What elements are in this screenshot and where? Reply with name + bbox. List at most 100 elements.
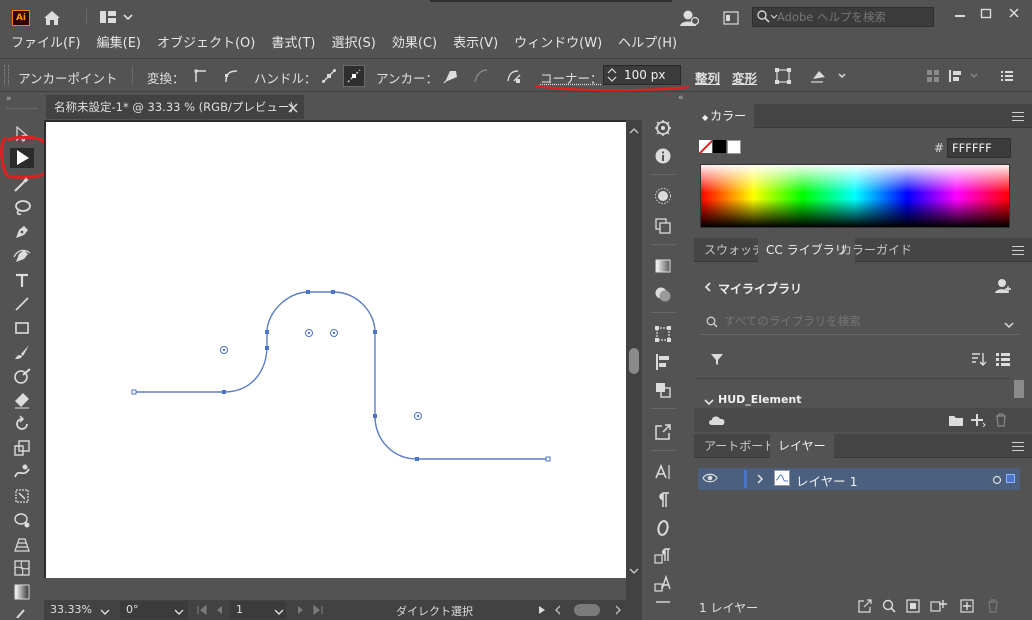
next-artboard-icon[interactable]	[296, 604, 306, 618]
panel-toggle-icon[interactable]	[722, 10, 740, 26]
menu-edit[interactable]: 編集(E)	[88, 34, 148, 54]
magic-wand-tool[interactable]	[10, 174, 34, 194]
puppet-warp-tool[interactable]	[10, 510, 34, 530]
black-swatch[interactable]	[713, 140, 726, 153]
convert-to-smooth-button[interactable]	[220, 65, 242, 87]
warp-tool[interactable]	[10, 462, 34, 482]
tab-color[interactable]: ◆ カラー	[694, 104, 755, 128]
character-panel-icon[interactable]	[653, 462, 673, 482]
color-spectrum[interactable]	[700, 164, 1010, 228]
hide-handles-button[interactable]	[343, 65, 365, 87]
library-panel-menu-icon[interactable]	[1012, 246, 1024, 256]
scroll-thumb[interactable]	[629, 348, 639, 374]
help-search-input[interactable]	[777, 9, 927, 25]
rectangle-tool[interactable]	[10, 318, 34, 338]
pathfinder-panel-icon[interactable]	[653, 380, 673, 400]
color-panel-collapse-icon[interactable]: ◆	[702, 113, 708, 122]
none-swatch[interactable]	[699, 140, 712, 153]
doc-collapse-icon[interactable]: «	[678, 93, 684, 103]
scale-tool[interactable]	[10, 438, 34, 458]
opentype-panel-icon[interactable]	[653, 518, 673, 538]
clipping-mask-icon[interactable]	[906, 599, 920, 616]
artboard-index[interactable]: 1	[236, 603, 243, 616]
isolate-select-icon[interactable]	[808, 65, 848, 87]
library-dropdown-icon[interactable]	[1004, 318, 1014, 332]
close-document-icon[interactable]	[288, 102, 298, 116]
layers-panel-menu-icon[interactable]	[1012, 442, 1024, 452]
collapse-tools-icon[interactable]: »	[6, 94, 12, 104]
pen-tool[interactable]	[10, 222, 34, 242]
menu-type[interactable]: 書式(T)	[262, 34, 322, 54]
paintbrush-tool[interactable]	[10, 342, 34, 362]
gradient-tool[interactable]	[10, 582, 34, 602]
shaper-tool[interactable]	[10, 366, 34, 386]
prev-artboard-icon[interactable]	[214, 604, 224, 618]
grid-option-icon[interactable]	[922, 65, 944, 87]
transform-panel-icon[interactable]	[653, 324, 673, 344]
status-menu-arrow-icon[interactable]	[537, 604, 547, 618]
control-menu-icon[interactable]	[996, 65, 1018, 87]
paragraph-styles-icon[interactable]	[653, 546, 673, 566]
convert-to-corner-button[interactable]	[190, 65, 212, 87]
align-label[interactable]: 整列	[695, 68, 720, 87]
hscroll-left-icon[interactable]	[554, 604, 562, 618]
menu-effect[interactable]: 効果(C)	[383, 34, 444, 54]
library-folder-icon[interactable]	[948, 413, 964, 430]
library-collaborate-icon[interactable]	[994, 278, 1012, 297]
library-delete-icon[interactable]	[994, 413, 1008, 430]
properties-panel-icon[interactable]	[653, 118, 673, 138]
close-window-button[interactable]	[1002, 4, 1026, 22]
character-styles-icon[interactable]	[653, 574, 673, 594]
group-expand-icon[interactable]	[704, 395, 714, 409]
transparency-panel-icon[interactable]	[653, 284, 673, 304]
rotate-tool[interactable]	[10, 414, 34, 434]
zoom-field[interactable]: 33.33%	[46, 601, 116, 619]
control-bar-grip[interactable]	[4, 65, 9, 85]
library-scrollbar-thumb[interactable]	[1014, 380, 1024, 398]
paragraph-panel-icon[interactable]	[653, 490, 673, 510]
zoom-dropdown-icon[interactable]	[100, 605, 110, 619]
layer-name[interactable]: レイヤー 1	[796, 471, 858, 490]
tab-layers[interactable]: レイヤー	[770, 434, 834, 458]
cut-path-button[interactable]	[503, 65, 525, 87]
scroll-down-icon[interactable]	[629, 564, 639, 578]
rotation-value[interactable]: 0°	[126, 603, 139, 616]
hscroll-right-icon[interactable]	[614, 604, 622, 618]
last-artboard-icon[interactable]	[312, 604, 326, 618]
rotation-field[interactable]: 0°	[120, 601, 188, 619]
menu-view[interactable]: 表示(V)	[444, 34, 505, 54]
locate-object-icon[interactable]	[882, 599, 896, 616]
hex-value[interactable]: FFFFFF	[952, 141, 992, 155]
corner-stepper[interactable]: 100 px	[603, 65, 681, 85]
layer-selection-indicator[interactable]	[1006, 474, 1015, 483]
artboard-dropdown-icon[interactable]	[274, 605, 284, 619]
free-transform-tool[interactable]	[10, 486, 34, 506]
hex-input[interactable]: FFFFFF	[947, 138, 1011, 158]
sort-icon[interactable]	[971, 352, 987, 369]
export-layer-icon[interactable]	[858, 599, 872, 616]
library-search-input[interactable]	[724, 313, 984, 329]
lasso-tool[interactable]	[10, 198, 34, 218]
filter-icon[interactable]	[710, 352, 724, 369]
tab-color-guide[interactable]: カラーガイド	[832, 238, 920, 262]
perspective-grid-tool[interactable]	[10, 534, 34, 554]
menu-select[interactable]: 選択(S)	[322, 34, 382, 54]
curvature-tool[interactable]	[10, 246, 34, 266]
fill-stroke-swatches[interactable]	[699, 140, 741, 154]
gradient-panel-icon[interactable]	[653, 256, 673, 276]
maximize-button[interactable]	[974, 4, 998, 22]
menu-object[interactable]: オブジェクト(O)	[148, 34, 262, 54]
remove-anchor-button[interactable]	[440, 65, 462, 87]
transform-label[interactable]: 変形	[732, 68, 757, 87]
export-panel-icon[interactable]	[653, 422, 673, 442]
workspace-switcher-icon[interactable]	[97, 8, 135, 26]
list-view-icon[interactable]	[995, 352, 1011, 369]
align-option-icon[interactable]	[946, 65, 986, 87]
back-chevron-icon[interactable]	[704, 281, 712, 296]
library-add-icon[interactable]	[970, 413, 986, 430]
artboard-index-field[interactable]: 1	[230, 601, 286, 619]
new-sublayer-icon[interactable]	[930, 599, 948, 616]
menu-file[interactable]: ファイル(F)	[0, 34, 88, 54]
artboard[interactable]	[46, 122, 626, 578]
align-panel-icon[interactable]	[653, 352, 673, 372]
